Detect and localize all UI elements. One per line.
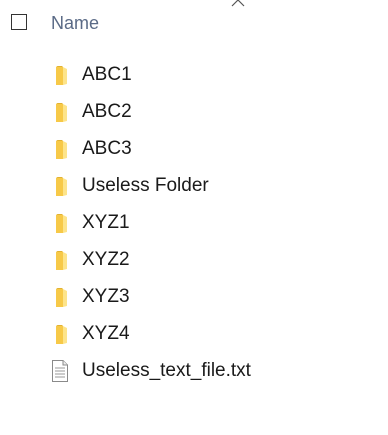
file-name-label: ABC2	[82, 101, 132, 122]
file-row[interactable]: XYZ4	[40, 317, 360, 351]
file-row[interactable]: Useless_text_file.txt	[40, 354, 360, 388]
folder-icon	[56, 325, 67, 344]
file-name-label: XYZ3	[82, 286, 130, 307]
file-name-label: Useless Folder	[82, 175, 209, 196]
folder-icon	[56, 214, 67, 233]
file-row[interactable]: ABC2	[40, 95, 360, 129]
file-row[interactable]: ABC1	[40, 58, 360, 92]
folder-icon	[56, 177, 67, 196]
file-row[interactable]: XYZ3	[40, 280, 360, 314]
file-row[interactable]: XYZ1	[40, 206, 360, 240]
file-row[interactable]: ABC3	[40, 132, 360, 166]
file-name-label: ABC1	[82, 64, 132, 85]
folder-icon	[56, 66, 67, 85]
file-row[interactable]: XYZ2	[40, 243, 360, 277]
name-column-header[interactable]: Name	[51, 12, 99, 34]
file-name-label: Useless_text_file.txt	[82, 360, 251, 381]
sort-ascending-icon[interactable]	[231, 0, 245, 7]
file-name-label: XYZ4	[82, 323, 130, 344]
file-name-label: XYZ2	[82, 249, 130, 270]
folder-icon	[56, 140, 67, 159]
file-row[interactable]: Useless Folder	[40, 169, 360, 203]
text-file-icon	[52, 360, 68, 382]
folder-icon	[56, 103, 67, 122]
folder-icon	[56, 251, 67, 270]
select-all-checkbox[interactable]	[11, 14, 27, 30]
folder-icon	[56, 288, 67, 307]
file-name-label: ABC3	[82, 138, 132, 159]
column-header: Name	[0, 0, 388, 46]
file-name-label: XYZ1	[82, 212, 130, 233]
